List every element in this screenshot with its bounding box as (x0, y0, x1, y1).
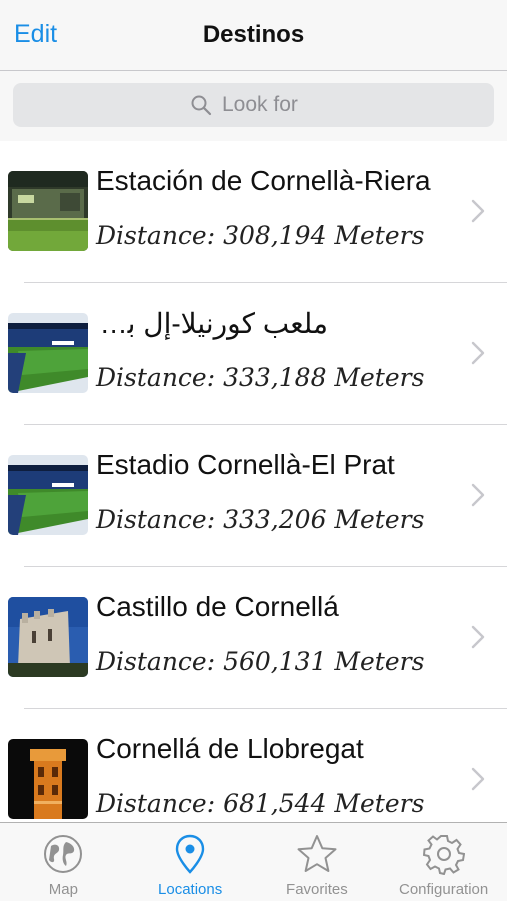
globe-icon (44, 835, 83, 873)
location-name: Estadio Cornellà-El Prat (96, 449, 395, 480)
location-distance: Distance: 333,188 Meters (96, 363, 425, 392)
locations-list: Estación de Cornellà-Riera Distance: 308… (0, 141, 507, 851)
navigation-bar: Edit Destinos (0, 0, 507, 71)
list-item[interactable]: ملعب كورنيلا-إل برات Distance: 333,188 M… (0, 283, 507, 425)
tab-locations[interactable]: Locations (127, 823, 254, 901)
tab-bar: Map Locations Favorites Configuration (0, 822, 507, 901)
search-icon (191, 95, 212, 116)
page-title: Destinos (202, 21, 305, 48)
chevron-right-icon (471, 625, 485, 649)
search-input[interactable] (222, 93, 317, 117)
list-item[interactable]: Estadio Cornellà-El Prat Distance: 333,2… (0, 425, 507, 567)
chevron-right-icon (471, 483, 485, 507)
tab-map[interactable]: Map (0, 823, 127, 901)
tab-label: Favorites (286, 881, 348, 898)
location-name: ملعب كورنيلا-إل برات (96, 308, 328, 339)
gear-icon (422, 835, 465, 875)
tab-configuration[interactable]: Configuration (380, 823, 507, 901)
chevron-right-icon (471, 199, 485, 223)
chevron-right-icon (471, 341, 485, 365)
location-distance: Distance: 560,131 Meters (96, 647, 425, 676)
search-field[interactable] (13, 83, 494, 127)
location-name: Estación de Cornellà-Riera (96, 165, 431, 196)
chevron-right-icon (471, 767, 485, 791)
list-item[interactable]: Castillo de Cornellá Distance: 560,131 M… (0, 567, 507, 709)
tab-favorites[interactable]: Favorites (254, 823, 381, 901)
search-bar (0, 71, 507, 141)
location-distance: Distance: 681,544 Meters (96, 789, 425, 818)
location-distance: Distance: 333,206 Meters (96, 505, 425, 534)
tab-label: Map (48, 881, 78, 898)
location-name: Castillo de Cornellá (96, 591, 339, 622)
location-pin-icon (175, 834, 205, 874)
castle-photo (8, 597, 88, 677)
tab-label: Locations (158, 881, 223, 898)
location-distance: Distance: 308,194 Meters (96, 221, 425, 250)
star-icon (297, 835, 337, 872)
stadium-photo (8, 313, 88, 393)
tab-label: Configuration (399, 881, 489, 898)
location-name: Cornellá de Llobregat (96, 733, 364, 764)
station-photo (8, 171, 88, 251)
list-item[interactable]: Estación de Cornellà-Riera Distance: 308… (0, 141, 507, 283)
tower-photo (8, 739, 88, 819)
stadium-photo (8, 455, 88, 535)
